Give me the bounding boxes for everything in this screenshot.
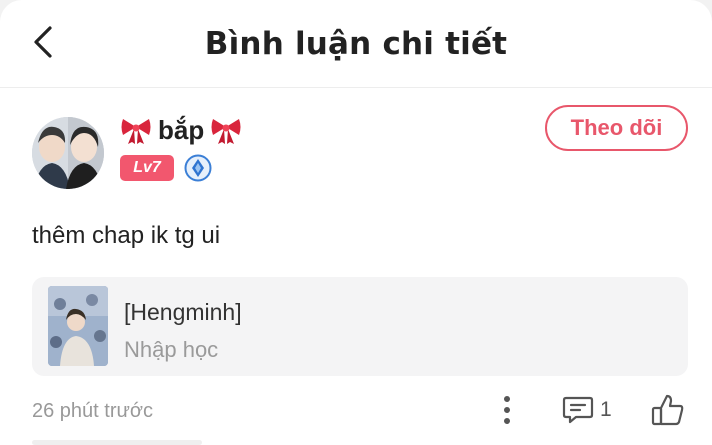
next-section-edge bbox=[32, 440, 202, 445]
avatar[interactable] bbox=[32, 117, 104, 189]
page-title: Bình luận chi tiết bbox=[204, 26, 508, 62]
comment-detail-sheet: Bình luận chi tiết bắp Lv7 Theo dõi thêm… bbox=[0, 0, 712, 445]
more-vertical-icon bbox=[504, 396, 510, 424]
header-divider bbox=[0, 87, 712, 88]
story-title: [Hengminh] bbox=[124, 299, 242, 325]
level-badge: Lv7 bbox=[120, 155, 174, 181]
user-name-row: bắp bbox=[120, 112, 242, 148]
follow-button[interactable]: Theo dõi bbox=[545, 105, 688, 151]
blue-diamond-badge-icon bbox=[184, 154, 212, 182]
comment-text: thêm chap ik tg ui bbox=[32, 222, 221, 249]
story-thumbnail bbox=[48, 286, 108, 366]
avatar-image bbox=[32, 117, 104, 189]
like-button[interactable] bbox=[650, 392, 686, 428]
user-name[interactable]: bắp bbox=[158, 115, 204, 146]
reply-button[interactable]: 1 bbox=[562, 395, 612, 425]
red-ribbon-bow-icon bbox=[211, 119, 241, 144]
comment-icon bbox=[562, 396, 594, 424]
story-subtitle: Nhập học bbox=[124, 337, 219, 362]
header: Bình luận chi tiết bbox=[0, 0, 712, 88]
comment-timestamp: 26 phút trước bbox=[32, 400, 154, 422]
story-card[interactable]: [Hengminh] Nhập học bbox=[32, 277, 688, 376]
reply-count: 1 bbox=[600, 398, 612, 421]
more-options-button[interactable] bbox=[496, 394, 518, 426]
red-ribbon-bow-icon bbox=[121, 119, 151, 144]
user-badges: Lv7 bbox=[120, 154, 212, 182]
thumbs-up-icon bbox=[651, 394, 684, 426]
